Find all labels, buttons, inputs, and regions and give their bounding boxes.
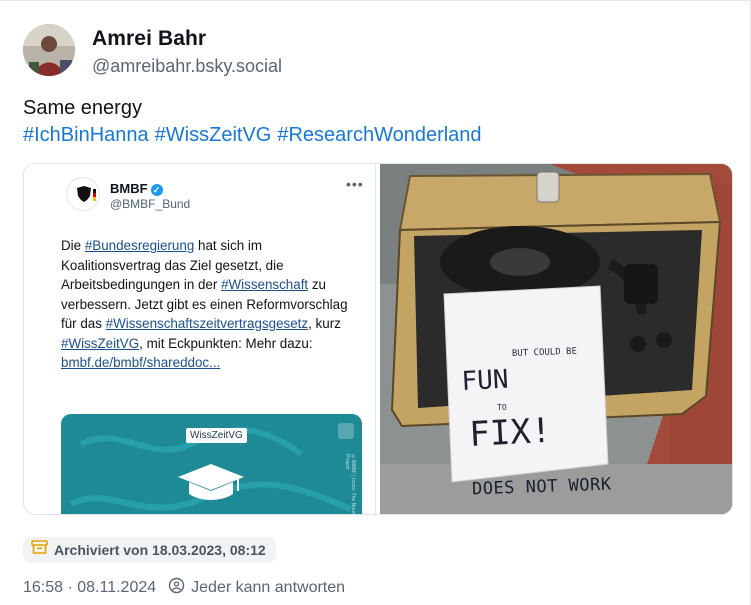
reply-settings-icon [168, 577, 185, 599]
card-label: WissZeitVG [186, 428, 247, 443]
hashtag-link[interactable]: #WissZeitVG [155, 124, 272, 146]
sign-line4: TO [497, 403, 507, 412]
verified-icon: ✓ [150, 183, 163, 196]
record-player-photo[interactable]: BUT COULD BE FUN TO FIX! [380, 164, 732, 514]
author-name[interactable]: Amrei Bahr [92, 27, 206, 51]
archive-badge[interactable]: Archiviert von 18.03.2023, 08:12 [23, 537, 276, 563]
hashtag-row: #IchBinHanna #WissZeitVG #ResearchWonderla… [23, 122, 488, 149]
reply-setting-label[interactable]: Jeder kann antworten [191, 579, 345, 597]
avatar[interactable] [23, 24, 75, 76]
sign-line3: FUN [461, 365, 509, 397]
post-text: Same energy [23, 97, 142, 119]
tweet-screenshot-image[interactable]: BMBF ✓ @BMBF_Bund ••• Die #Bundesregierun… [24, 164, 376, 515]
hashtag-link[interactable]: #IchBinHanna [23, 124, 149, 146]
sign-line5: FIX! [468, 411, 552, 455]
post: Amrei Bahr @amreibahr.bsky.social Same e… [0, 0, 751, 605]
more-options-icon: ••• [346, 176, 364, 192]
media-gallery: BMBF ✓ @BMBF_Bund ••• Die #Bundesregierun… [23, 163, 733, 515]
hashtag-link[interactable]: #ResearchWonderland [277, 124, 481, 146]
card-credit: ©BMBF | Icons: The Noun Project [344, 454, 356, 515]
archive-box-icon [31, 540, 48, 560]
card-badge-icon [338, 423, 354, 439]
embedded-tweet-text: Die #Bundesregierung hat sich im Koaliti… [61, 238, 348, 370]
embedded-author-name: BMBF ✓ [110, 181, 163, 196]
post-footer: 16:58 · 08.11.2024 Jeder kann antworten [23, 577, 345, 599]
author-handle[interactable]: @amreibahr.bsky.social [92, 56, 282, 77]
archive-label: Archiviert von 18.03.2023, 08:12 [54, 542, 266, 558]
embedded-author-handle: @BMBF_Bund [110, 197, 191, 211]
bmbf-logo-icon [66, 177, 100, 211]
link-preview-card: WissZeitVG ©BMBF | Icons: The Noun Proje… [61, 414, 362, 515]
profile-photo [23, 24, 75, 76]
post-timestamp[interactable]: 16:58 · 08.11.2024 [23, 579, 156, 597]
